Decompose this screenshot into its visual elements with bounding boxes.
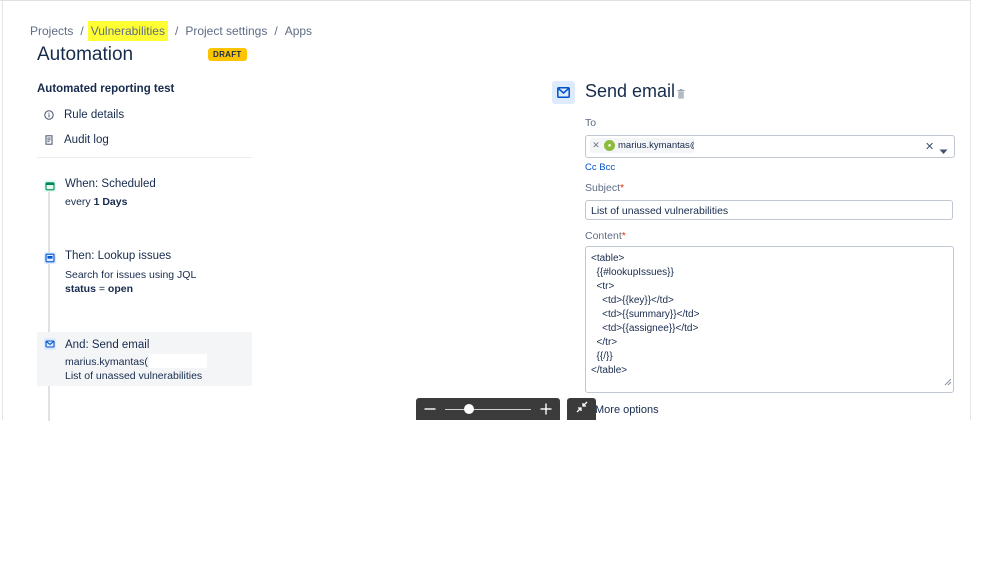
zoom-out-icon[interactable] <box>421 400 439 418</box>
remove-recipient-icon[interactable]: ✕ <box>590 140 602 151</box>
subject-input[interactable]: List of unassed vulnerabilities <box>585 200 953 220</box>
sidebar-item-label: Rule details <box>64 109 125 121</box>
step-jql: status = open <box>65 283 133 295</box>
recipient-email: marius.kymantas@ <box>618 140 700 151</box>
step-detail: every 1 Days <box>65 196 128 208</box>
trash-icon[interactable] <box>677 86 685 104</box>
avatar: ● <box>604 140 615 151</box>
send-email-icon <box>552 81 575 104</box>
content-textarea[interactable]: <table> {{#lookupIssues}} <tr> <td>{{key… <box>585 246 954 393</box>
recipient-chip[interactable]: ✕ ● marius.kymantas@ <box>590 138 704 153</box>
document-icon <box>44 135 54 145</box>
lookup-icon <box>44 252 56 264</box>
exit-fullscreen-button[interactable] <box>567 398 596 420</box>
breadcrumb-project-settings[interactable]: Project settings <box>185 24 267 38</box>
sidebar-divider <box>37 157 252 158</box>
step-detail: Search for issues using JQL <box>65 269 197 281</box>
content-text: <table> {{#lookupIssues}} <tr> <td>{{key… <box>591 253 700 376</box>
subject-label: Subject* <box>585 182 625 194</box>
breadcrumb-separator: / <box>174 24 179 38</box>
rule-step-lookup-issues[interactable]: Then: Lookup issues Search for issues us… <box>37 250 252 302</box>
sidebar-item-audit-log[interactable]: Audit log <box>44 134 109 146</box>
info-icon <box>44 110 54 120</box>
rule-step-when-scheduled[interactable]: When: Scheduled every 1 Days <box>37 178 252 220</box>
breadcrumb: Projects / Vulnerabilities / Project set… <box>30 21 312 41</box>
breadcrumb-separator: / <box>80 24 84 38</box>
collapse-arrows-icon <box>576 400 588 418</box>
breadcrumb-projects[interactable]: Projects <box>30 24 73 38</box>
zoom-in-icon[interactable] <box>537 400 555 418</box>
step-subject: List of unassed vulnerabilities <box>65 370 203 382</box>
step-title: When: Scheduled <box>65 178 156 190</box>
step-title: Then: Lookup issues <box>65 250 172 262</box>
cc-bcc-link[interactable]: Cc Bcc <box>585 162 615 173</box>
breadcrumb-separator: / <box>274 24 278 38</box>
zoom-slider-track[interactable] <box>445 409 531 410</box>
step-title: And: Send email <box>65 339 150 351</box>
rule-step-send-email[interactable]: And: Send email marius.kymantas( List of… <box>37 332 252 386</box>
calendar-icon <box>44 180 56 192</box>
zoom-slider-handle[interactable] <box>464 404 474 414</box>
mail-icon <box>44 338 56 350</box>
action-title: Send email <box>585 81 676 101</box>
rule-name: Automated reporting test <box>37 83 175 95</box>
resize-handle-icon[interactable] <box>944 373 952 391</box>
breadcrumb-apps[interactable]: Apps <box>285 24 312 38</box>
sidebar-item-label: Audit log <box>64 134 109 146</box>
more-options-link[interactable]: More options <box>595 404 659 416</box>
zoom-toolbar <box>416 398 560 420</box>
sidebar-item-rule-details[interactable]: Rule details <box>44 109 124 121</box>
breadcrumb-vulnerabilities[interactable]: Vulnerabilities <box>87 21 168 41</box>
redaction-mask <box>149 354 207 368</box>
to-field[interactable]: ✕ ● marius.kymantas@ <box>585 135 955 158</box>
app-frame: Projects / Vulnerabilities / Project set… <box>0 0 971 421</box>
to-label: To <box>585 117 597 129</box>
chevron-down-icon[interactable] <box>939 142 948 160</box>
status-badge: DRAFT <box>208 48 247 61</box>
page-title: Automation <box>37 44 134 65</box>
redaction-mask <box>694 136 752 155</box>
frame-edge <box>2 1 3 420</box>
step-recipient: marius.kymantas( <box>65 356 148 368</box>
clear-icon[interactable]: ✕ <box>925 140 934 153</box>
content-label: Content* <box>585 230 626 242</box>
